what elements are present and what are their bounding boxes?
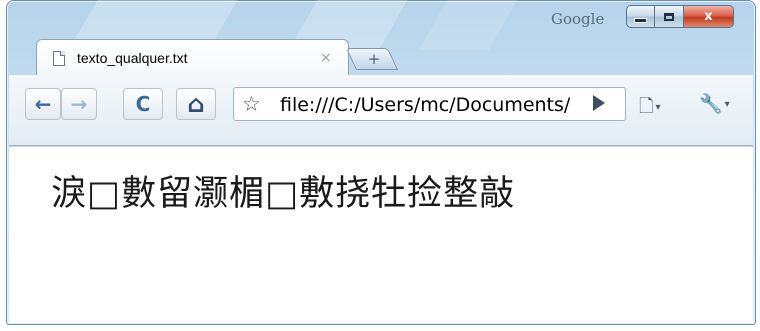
page-icon: 🗋 — [639, 96, 654, 117]
chevron-down-icon: ▾ — [655, 101, 661, 113]
back-button[interactable]: ← — [25, 88, 61, 120]
maximize-icon — [664, 12, 674, 21]
chevron-down-icon: ▾ — [724, 99, 730, 110]
home-button[interactable]: ⌂ — [176, 88, 216, 120]
page-menu-button[interactable]: 🗋 ▾ — [639, 94, 661, 124]
page-icon — [53, 51, 65, 66]
google-title-label: Google — [551, 10, 605, 28]
toolbar: ← → C ⌂ ☆ file:///C:/Users/mc/Documents/… — [9, 75, 753, 146]
page-content: 淚□數留灏楣□敷挠牡捡整敲 — [9, 146, 753, 323]
minimize-button[interactable] — [626, 5, 655, 28]
glass-reflection — [418, 0, 524, 50]
wrench-menu-button[interactable]: 🔧 ▾ — [699, 92, 730, 115]
forward-arrow-icon: → — [70, 92, 88, 116]
bookmark-star-icon[interactable]: ☆ — [242, 92, 261, 116]
back-arrow-icon: ← — [34, 92, 52, 116]
close-window-button[interactable]: x — [684, 5, 734, 28]
reload-button[interactable]: C — [123, 88, 163, 120]
tab-texto-qualquer[interactable]: texto_qualquer.txt × — [36, 39, 349, 75]
wrench-icon: 🔧 — [699, 93, 723, 115]
close-icon: x — [704, 9, 713, 24]
browser-window: Google x texto_qualquer.txt × + ← → C ⌂ — [6, 0, 756, 325]
forward-button[interactable]: → — [61, 88, 97, 120]
address-bar[interactable]: ☆ file:///C:/Users/mc/Documents/texto_qu… — [233, 87, 626, 121]
tab-title: texto_qualquer.txt — [77, 50, 188, 66]
tab-close-button[interactable]: × — [320, 50, 332, 66]
go-arrow-icon[interactable] — [593, 95, 605, 111]
document-text: 淚□數留灏楣□敷挠牡捡整敲 — [51, 174, 516, 214]
url-text[interactable]: file:///C:/Users/mc/Documents/texto_qual… — [280, 94, 570, 116]
plus-icon[interactable]: + — [365, 50, 383, 68]
window-caption-buttons: x — [626, 5, 734, 31]
maximize-button[interactable] — [655, 5, 684, 28]
home-icon: ⌂ — [187, 90, 205, 118]
minimize-icon — [634, 18, 647, 23]
reload-icon: C — [135, 92, 151, 116]
